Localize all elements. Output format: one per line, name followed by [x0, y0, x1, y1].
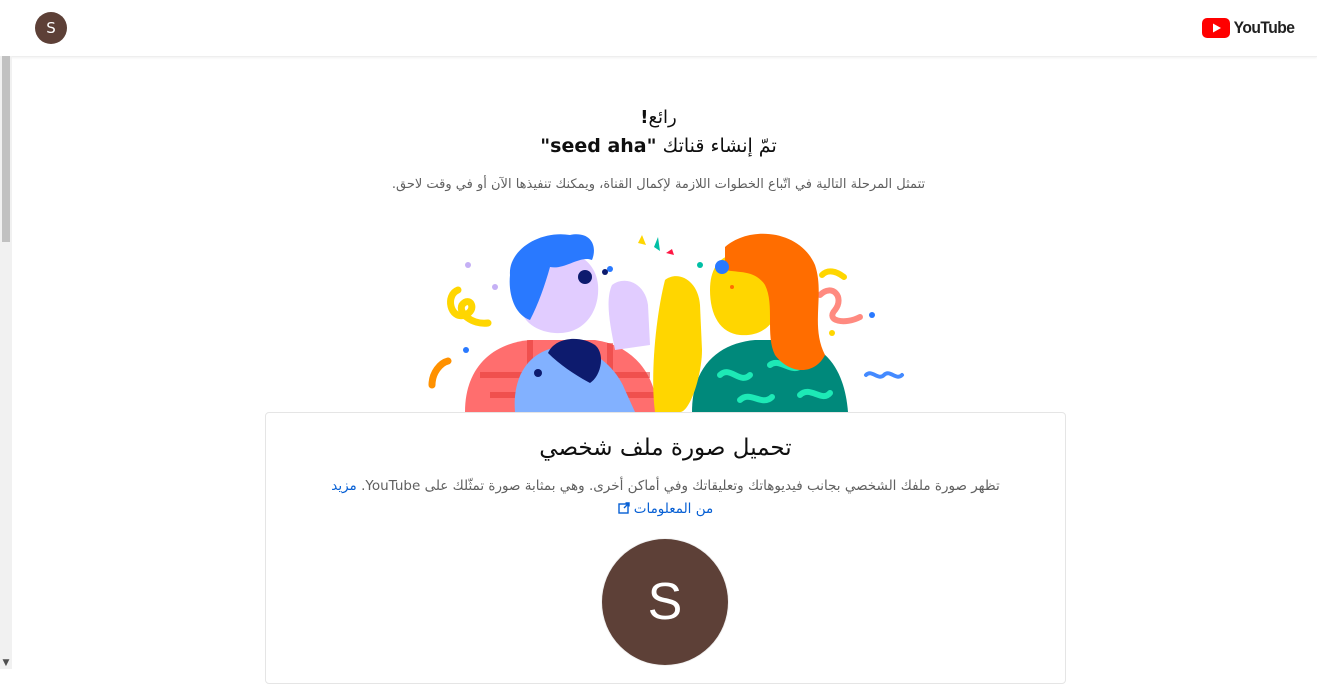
profile-picture-avatar[interactable]: S — [602, 539, 728, 665]
celebration-illustration — [428, 233, 904, 412]
card-description: تظهر صورة ملفك الشخصي بجانب فيديوهاتك وت… — [331, 478, 1000, 517]
top-bar: S YouTube — [0, 0, 1317, 57]
channel-name: "seed aha" — [540, 135, 657, 157]
account-avatar[interactable]: S — [35, 12, 67, 44]
youtube-logo[interactable]: YouTube — [1202, 17, 1297, 39]
external-link-icon — [618, 502, 630, 514]
great-heading: رائع! — [640, 107, 677, 128]
scroll-down-arrow-icon[interactable]: ▼ — [1, 657, 11, 669]
youtube-wordmark: YouTube — [1233, 18, 1295, 37]
channel-created-intro: رائع! تمّ إنشاء قناتك "seed aha" تتمثل ا… — [0, 105, 1317, 195]
upload-profile-picture-card: تحميل صورة ملف شخصي تظهر صورة ملفك الشخص… — [265, 412, 1066, 684]
card-title: تحميل صورة ملف شخصي — [539, 435, 792, 461]
youtube-play-icon — [1202, 18, 1230, 38]
channel-created-heading: تمّ إنشاء قناتك "seed aha" — [540, 135, 777, 157]
next-step-text: تتمثل المرحلة التالية في اتّباع الخطوات … — [391, 177, 926, 192]
